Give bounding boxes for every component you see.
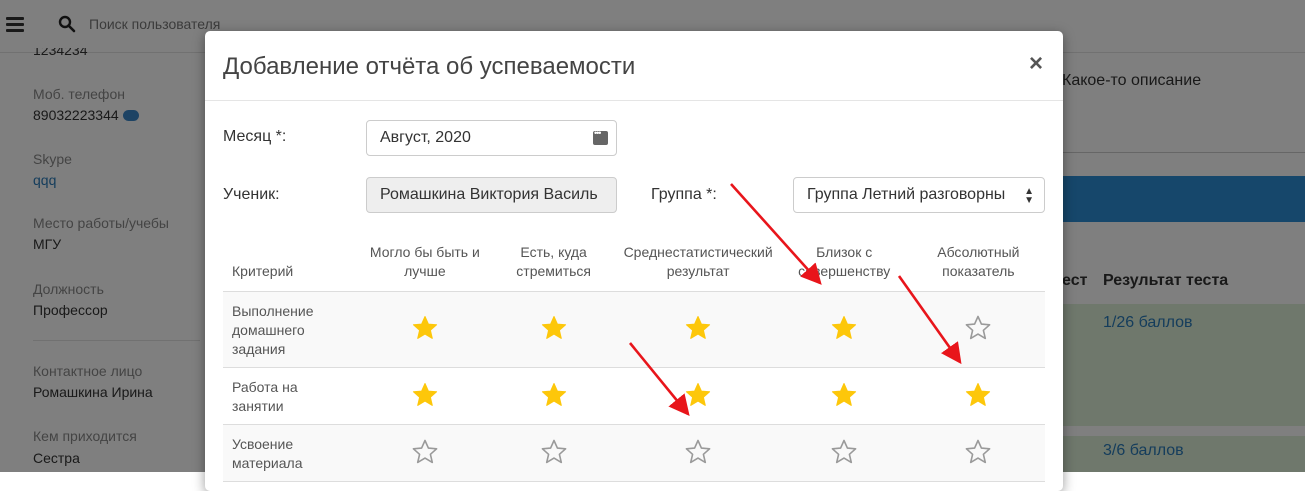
star-filled-icon[interactable] [540,314,568,342]
month-label: Месяц *: [223,128,287,145]
star-filled-icon[interactable] [411,314,439,342]
close-icon[interactable]: × [1029,50,1043,78]
month-value: Август, 2020 [380,129,471,146]
level-header: Абсолютный показатель [911,231,1045,292]
table-header-row: Критерий Могло бы быть и лучше Есть, куд… [223,231,1045,292]
group-select[interactable]: Группа Летний разговорны ▲ ▼ [793,177,1045,213]
table-row: Выполнение домашнего задания [223,291,1045,368]
select-arrows-icon: ▲ ▼ [1024,186,1034,206]
star-empty-icon[interactable] [684,438,712,466]
group-value: Группа Летний разговорны [807,186,1006,203]
modal-header: Добавление отчёта об успеваемости × [205,31,1063,101]
criterion-header: Критерий [223,231,363,292]
star-cell [619,424,777,482]
star-filled-icon[interactable] [540,381,568,409]
table-row: Работа на занятии [223,367,1045,425]
report-modal: Добавление отчёта об успеваемости × Меся… [205,31,1063,491]
rating-table: Критерий Могло бы быть и лучше Есть, куд… [223,231,1045,482]
star-empty-icon[interactable] [540,438,568,466]
level-header: Близок с совершенству [776,231,912,292]
star-filled-icon[interactable] [830,381,858,409]
calendar-icon[interactable] [593,128,608,145]
star-cell [911,367,1045,425]
star-empty-icon[interactable] [964,314,992,342]
modal-title: Добавление отчёта об успеваемости [223,53,636,80]
star-cell [487,367,620,425]
level-header: Есть, куда стремиться [487,231,620,292]
student-label: Ученик: [223,186,280,203]
star-cell [911,424,1045,482]
student-value: Ромашкина Виктория Василь [380,186,598,203]
group-label: Группа *: [651,186,717,203]
star-filled-icon[interactable] [964,381,992,409]
star-cell [776,424,912,482]
star-cell [776,291,912,368]
level-header: Могло бы быть и лучше [362,231,488,292]
star-cell [619,291,777,368]
star-filled-icon[interactable] [411,381,439,409]
star-filled-icon[interactable] [830,314,858,342]
star-cell [776,367,912,425]
criterion-cell: Усвоение материала [223,424,363,482]
star-cell [487,291,620,368]
star-filled-icon[interactable] [684,314,712,342]
star-filled-icon[interactable] [684,381,712,409]
star-cell [619,367,777,425]
criterion-cell: Выполнение домашнего задания [223,291,363,368]
star-cell [911,291,1045,368]
star-empty-icon[interactable] [411,438,439,466]
student-field: Ромашкина Виктория Василь [366,177,617,213]
star-empty-icon[interactable] [830,438,858,466]
star-cell [362,424,488,482]
table-row: Усвоение материала [223,424,1045,482]
star-cell [362,291,488,368]
criterion-cell: Работа на занятии [223,367,363,425]
level-header: Среднестатистический результат [619,231,777,292]
star-empty-icon[interactable] [964,438,992,466]
star-cell [487,424,620,482]
star-cell [362,367,488,425]
month-field[interactable]: Август, 2020 [366,120,617,156]
